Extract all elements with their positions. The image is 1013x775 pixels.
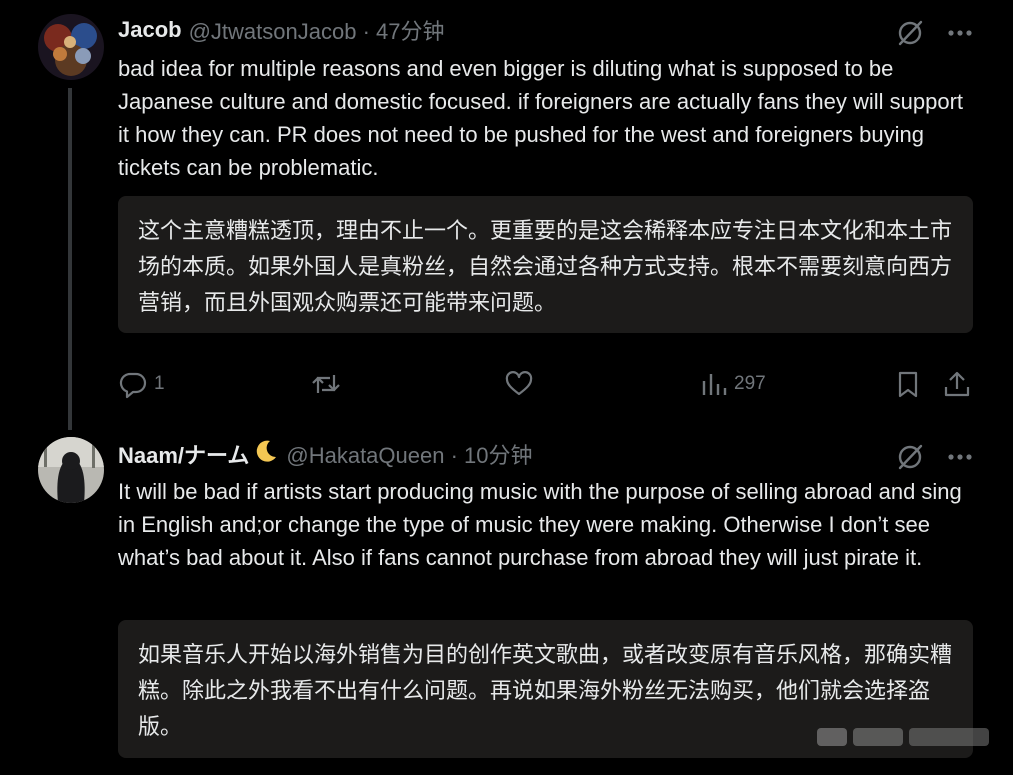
like-icon	[505, 371, 533, 396]
post-top-icons	[895, 18, 973, 48]
author-handle-time[interactable]: @HakataQueen · 10分钟	[286, 438, 532, 470]
action-bar: 1 297	[118, 368, 978, 400]
reply-icon	[119, 372, 147, 399]
post-text: bad idea for multiple reasons and even b…	[118, 56, 964, 180]
views-count: 297	[734, 373, 766, 394]
share-icon	[944, 371, 970, 397]
translation-box: 这个主意糟糕透顶，理由不止一个。更重要的是这会稀释本应专注日本文化和本土市场的本…	[118, 196, 973, 333]
share-button[interactable]	[942, 368, 972, 400]
watermark-logo	[817, 728, 989, 746]
bookmark-button[interactable]	[894, 368, 922, 400]
author-handle-time[interactable]: @JtwatsonJacob · 47分钟	[189, 14, 445, 46]
slashed-circle-icon[interactable]	[895, 442, 925, 472]
post-top-icons	[895, 442, 973, 472]
thread-line	[68, 88, 72, 430]
more-dots-icon[interactable]	[947, 444, 973, 470]
reply-count: 1	[154, 373, 165, 394]
author-name[interactable]: Naam/ナーム	[118, 438, 249, 470]
post-text: It will be bad if artists start producin…	[118, 479, 962, 570]
reply-button[interactable]: 1	[118, 368, 165, 400]
bookmark-icon	[898, 371, 918, 398]
avatar[interactable]	[38, 437, 104, 503]
more-dots-icon[interactable]	[947, 20, 973, 46]
author-name[interactable]: Jacob	[118, 17, 182, 43]
views-button[interactable]: 297	[700, 368, 766, 400]
like-button[interactable]	[504, 368, 534, 400]
repost-button[interactable]	[310, 368, 342, 400]
post-header: Naam/ナーム @HakataQueen · 10分钟	[118, 439, 533, 469]
views-icon	[702, 374, 727, 395]
post-header: Jacob @JtwatsonJacob · 47分钟	[118, 15, 444, 45]
avatar[interactable]	[38, 14, 104, 80]
repost-icon	[312, 375, 340, 393]
slashed-circle-icon[interactable]	[895, 18, 925, 48]
crescent-moon-icon	[253, 438, 279, 470]
post-jacob[interactable]: Jacob @JtwatsonJacob · 47分钟 bad idea for…	[0, 0, 1013, 430]
